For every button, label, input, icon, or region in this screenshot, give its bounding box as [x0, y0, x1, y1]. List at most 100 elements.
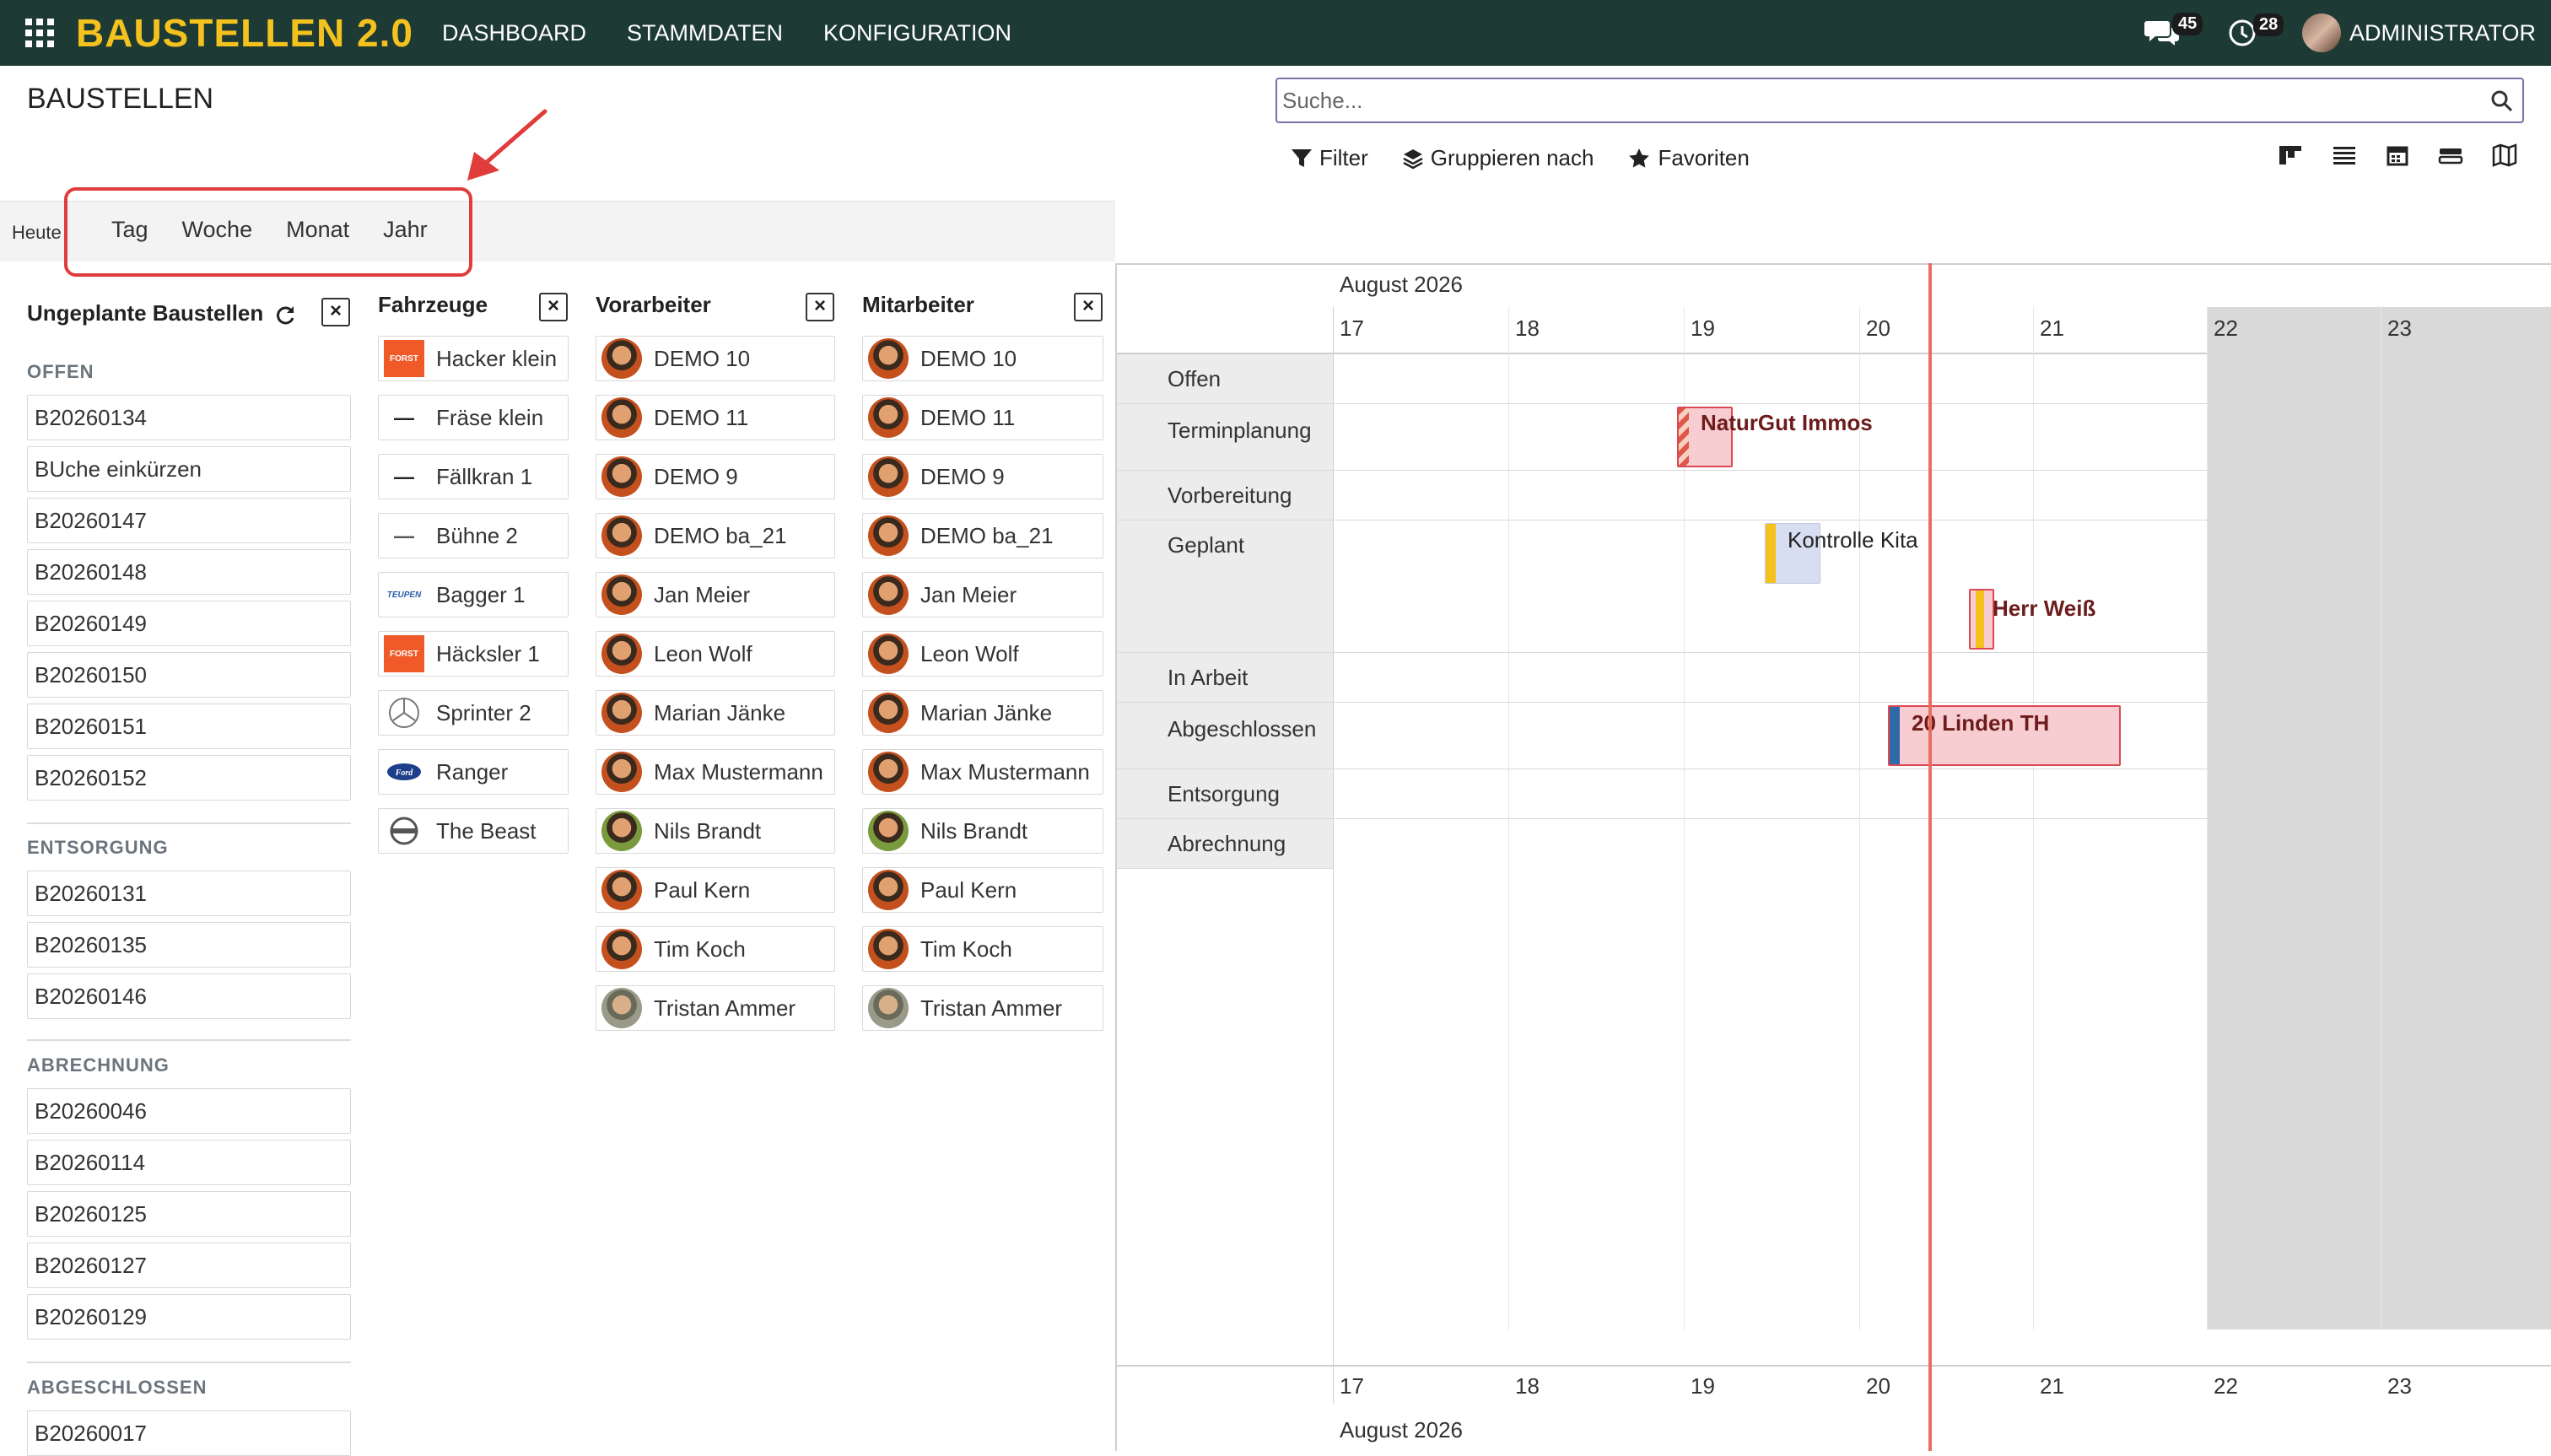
- unplanned-item[interactable]: B20260135: [27, 922, 351, 968]
- unplanned-item[interactable]: B20260127: [27, 1243, 351, 1288]
- unplanned-item[interactable]: BUche einkürzen: [27, 446, 351, 492]
- unplanned-item[interactable]: B20260125: [27, 1191, 351, 1237]
- unplanned-item[interactable]: B20260017: [27, 1410, 351, 1456]
- worker-card[interactable]: Jan Meier: [862, 572, 1103, 617]
- unplanned-item[interactable]: B20260151: [27, 704, 351, 749]
- list-view-icon[interactable]: [2332, 143, 2357, 167]
- group-title-entsorgung: ENTSORGUNG: [27, 837, 169, 858]
- worker-card[interactable]: Tristan Ammer: [862, 985, 1103, 1031]
- unplanned-close-button[interactable]: ×: [321, 298, 350, 326]
- worker-card[interactable]: DEMO 9: [862, 454, 1103, 499]
- foreman-card[interactable]: Paul Kern: [596, 867, 835, 913]
- workers-header: Mitarbeiter: [862, 292, 974, 317]
- menu-stammdaten[interactable]: STAMMDATEN: [627, 20, 783, 46]
- gantt-view-icon[interactable]: [2438, 143, 2463, 167]
- vehicle-card[interactable]: TEUPEN Bagger 1: [378, 572, 569, 617]
- vehicle-card[interactable]: Ford Ranger: [378, 749, 569, 795]
- unplanned-item[interactable]: B20260129: [27, 1294, 351, 1340]
- unplanned-item[interactable]: B20260150: [27, 652, 351, 698]
- foreman-card[interactable]: DEMO 9: [596, 454, 835, 499]
- person-name: DEMO ba_21: [920, 522, 1054, 548]
- worker-card[interactable]: Tim Koch: [862, 926, 1103, 972]
- search-icon[interactable]: [2490, 89, 2514, 113]
- foreman-card[interactable]: Leon Wolf: [596, 631, 835, 677]
- pill-stripe: [1766, 524, 1776, 583]
- unplanned-item[interactable]: B20260114: [27, 1140, 351, 1185]
- favorites-button[interactable]: Favoriten: [1627, 145, 1750, 171]
- worker-card[interactable]: DEMO 10: [862, 336, 1103, 381]
- app-brand[interactable]: BAUSTELLEN 2.0: [76, 10, 413, 56]
- user-menu[interactable]: ADMINISTRATOR: [2301, 13, 2536, 52]
- person-avatar: [868, 693, 909, 733]
- unplanned-item[interactable]: B20260149: [27, 601, 351, 646]
- worker-card[interactable]: Max Mustermann: [862, 749, 1103, 795]
- worker-card[interactable]: DEMO ba_21: [862, 513, 1103, 558]
- unplanned-item[interactable]: B20260046: [27, 1088, 351, 1134]
- vehicle-card[interactable]: FORST Hacker klein: [378, 336, 569, 381]
- foreman-card[interactable]: DEMO 10: [596, 336, 835, 381]
- person-avatar: [601, 929, 642, 969]
- foreman-card[interactable]: DEMO 11: [596, 395, 835, 440]
- foreman-card[interactable]: Tim Koch: [596, 926, 835, 972]
- unplanned-item[interactable]: B20260148: [27, 549, 351, 595]
- unplanned-item[interactable]: B20260147: [27, 498, 351, 543]
- day-label-bottom: 22: [2214, 1373, 2238, 1399]
- group-title-abrechnung: ABRECHNUNG: [27, 1054, 170, 1076]
- refresh-icon[interactable]: [273, 304, 297, 327]
- person-name: Marian Jänke: [920, 699, 1053, 725]
- search-input[interactable]: Suche...: [1276, 78, 2524, 123]
- day-label: 17: [1340, 315, 1364, 341]
- foreman-card[interactable]: Tristan Ammer: [596, 985, 835, 1031]
- worker-card[interactable]: Paul Kern: [862, 867, 1103, 913]
- foreman-card[interactable]: Nils Brandt: [596, 808, 835, 854]
- gantt-pill[interactable]: 20 Linden TH: [1888, 705, 2121, 766]
- vehicle-card[interactable]: Sprinter 2: [378, 690, 569, 736]
- unplanned-item[interactable]: B20260146: [27, 973, 351, 1019]
- unplanned-header: Ungeplante Baustellen: [27, 300, 264, 326]
- vehicle-card[interactable]: The Beast: [378, 808, 569, 854]
- unplanned-item[interactable]: B20260131: [27, 871, 351, 916]
- worker-card[interactable]: Leon Wolf: [862, 631, 1103, 677]
- vehicles-close-button[interactable]: ×: [539, 293, 568, 321]
- group-title-offen: OFFEN: [27, 361, 94, 382]
- vehicle-card[interactable]: ▬▬▬ Bühne 2: [378, 513, 569, 558]
- groupby-button[interactable]: Gruppieren nach: [1402, 145, 1594, 171]
- gantt-pill[interactable]: Herr Weiß: [1969, 589, 2095, 650]
- messages-button[interactable]: 45: [2144, 13, 2203, 48]
- today-button[interactable]: Heute: [12, 222, 62, 244]
- vehicle-card[interactable]: ▬▬▬ Fräse klein: [378, 395, 569, 440]
- vehicle-card[interactable]: ▬▬▬ Fällkran 1: [378, 454, 569, 499]
- unplanned-item[interactable]: B20260134: [27, 395, 351, 440]
- person-name: Nils Brandt: [920, 817, 1028, 844]
- foreman-card[interactable]: DEMO ba_21: [596, 513, 835, 558]
- calendar-view-icon[interactable]: [2386, 143, 2409, 167]
- filter-button[interactable]: Filter: [1291, 145, 1368, 171]
- foreman-card[interactable]: Jan Meier: [596, 572, 835, 617]
- activities-button[interactable]: 28: [2228, 13, 2284, 47]
- person-avatar: [601, 634, 642, 674]
- gantt-pill[interactable]: NaturGut Immos: [1677, 407, 1873, 467]
- foreman-card[interactable]: Marian Jänke: [596, 690, 835, 736]
- unplanned-item[interactable]: B20260152: [27, 755, 351, 801]
- worker-card[interactable]: Nils Brandt: [862, 808, 1103, 854]
- menu-konfiguration[interactable]: KONFIGURATION: [823, 20, 1011, 46]
- worker-card[interactable]: Marian Jänke: [862, 690, 1103, 736]
- vehicle-label: Häcksler 1: [436, 640, 540, 666]
- vehicle-card[interactable]: FORST Häcksler 1: [378, 631, 569, 677]
- teupen-logo-icon: TEUPEN: [386, 590, 422, 600]
- menu-dashboard[interactable]: DASHBOARD: [442, 20, 586, 46]
- foreman-card[interactable]: Max Mustermann: [596, 749, 835, 795]
- pill-label: Kontrolle Kita: [1788, 527, 1918, 553]
- app-menu-icon[interactable]: [25, 19, 54, 47]
- group-separator: [27, 1039, 351, 1041]
- map-view-icon[interactable]: [2492, 143, 2517, 167]
- gantt-pill[interactable]: Kontrolle Kita: [1765, 523, 1918, 584]
- worker-card[interactable]: DEMO 11: [862, 395, 1103, 440]
- pill-stripe: [1890, 707, 1900, 764]
- workers-close-button[interactable]: ×: [1074, 293, 1103, 321]
- kanban-view-icon[interactable]: [2278, 143, 2303, 167]
- day-label: 23: [2387, 315, 2412, 341]
- person-avatar: [601, 988, 642, 1028]
- foremen-close-button[interactable]: ×: [806, 293, 834, 321]
- systray: 45 28 ADMINISTRATOR: [2144, 10, 2536, 56]
